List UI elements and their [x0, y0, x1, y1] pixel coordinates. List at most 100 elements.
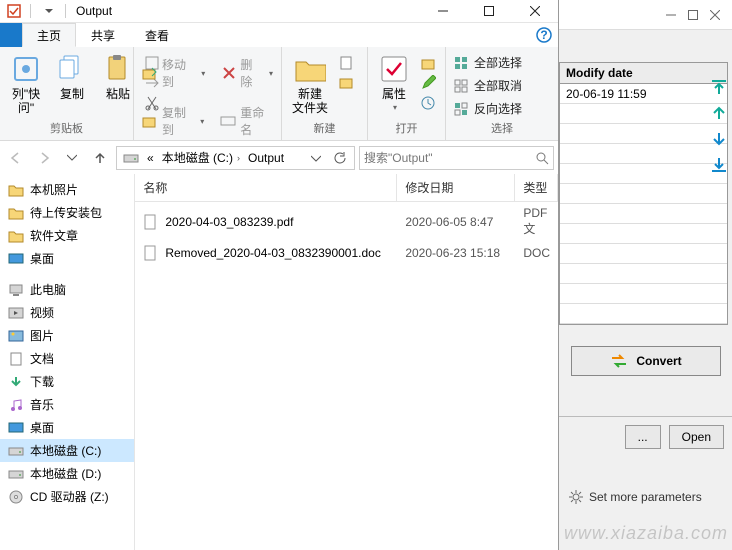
delete-button[interactable]: 删除▾ — [219, 55, 275, 91]
file-list: 名称 修改日期 类型 2020-04-03_083239.pdf2020-06-… — [135, 174, 558, 550]
select-invert-icon — [454, 102, 468, 116]
move-top-icon[interactable] — [710, 78, 728, 96]
select-none-button[interactable]: 全部取消 — [452, 76, 524, 95]
close-button[interactable] — [512, 0, 558, 23]
nav-recent-button[interactable] — [60, 146, 84, 170]
open-button[interactable]: Open — [669, 425, 724, 449]
select-invert-button[interactable]: 反向选择 — [452, 99, 524, 118]
select-none-icon — [454, 79, 468, 93]
select-all-button[interactable]: 全部选择 — [452, 53, 524, 72]
col-modified[interactable]: 修改日期 — [397, 174, 515, 201]
right-minimize-button[interactable] — [666, 10, 676, 20]
desk-icon — [8, 420, 24, 436]
move-up-icon[interactable] — [710, 104, 728, 122]
maximize-button[interactable] — [466, 0, 512, 23]
file-row[interactable]: Removed_2020-04-03_0832390001.doc2020-06… — [135, 241, 558, 265]
table-row[interactable] — [560, 264, 727, 284]
table-row[interactable]: 20-06-19 11:59 — [560, 84, 727, 104]
path-folder[interactable]: Output — [244, 151, 288, 165]
nav-back-button[interactable] — [4, 146, 28, 170]
refresh-button[interactable] — [328, 146, 352, 170]
group-new-label: 新建 — [288, 120, 361, 138]
tree-item[interactable]: 软件文章 — [0, 224, 134, 247]
tree-item[interactable]: 文档 — [0, 347, 134, 370]
copy-to-button[interactable]: 复制到▾ — [140, 103, 206, 139]
help-button[interactable]: ? — [530, 23, 558, 47]
move-to-button[interactable]: 移动到▾ — [140, 55, 207, 91]
path-drive[interactable]: 本地磁盘 (C:)› — [158, 149, 244, 166]
doc-icon — [8, 351, 24, 367]
table-row[interactable] — [560, 304, 727, 324]
delete-icon — [221, 65, 236, 81]
tree-item[interactable]: 待上传安装包 — [0, 201, 134, 224]
new-folder-button[interactable]: 新建文件夹 — [288, 51, 332, 118]
minimize-button[interactable] — [420, 0, 466, 23]
tree-item[interactable]: CD 驱动器 (Z:) — [0, 485, 134, 508]
col-type[interactable]: 类型 — [515, 174, 558, 201]
right-maximize-button[interactable] — [688, 10, 698, 20]
search-input[interactable]: 搜索"Output" — [359, 146, 554, 170]
title-bar: Output — [0, 0, 558, 23]
file-tab[interactable] — [0, 23, 22, 47]
move-down-icon[interactable] — [710, 130, 728, 148]
tree-item[interactable]: 桌面 — [0, 416, 134, 439]
table-row[interactable] — [560, 204, 727, 224]
tree-item[interactable]: 下载 — [0, 370, 134, 393]
new-item-icon[interactable] — [338, 55, 354, 71]
tree-item[interactable]: 本机照片 — [0, 178, 134, 201]
convert-button[interactable]: Convert — [571, 346, 721, 376]
tab-view[interactable]: 查看 — [130, 23, 184, 47]
copyto-icon — [142, 113, 158, 129]
easy-access-icon[interactable] — [338, 75, 354, 91]
copy-button[interactable]: 复制 — [52, 51, 92, 103]
address-bar[interactable]: « 本地磁盘 (C:)› Output — [116, 146, 355, 170]
tree-item[interactable]: 本地磁盘 (C:) — [0, 439, 134, 462]
move-bottom-icon[interactable] — [710, 156, 728, 174]
nav-row: « 本地磁盘 (C:)› Output 搜索"Output" — [0, 141, 558, 174]
video-icon — [8, 305, 24, 321]
table-row[interactable] — [560, 244, 727, 264]
properties-button[interactable]: 属性▾ — [374, 51, 414, 114]
right-panel: Modify date 20-06-19 11:59 Convert ... O… — [558, 0, 732, 550]
paste-button[interactable]: 粘贴 — [98, 51, 138, 103]
nav-up-button[interactable] — [88, 146, 112, 170]
nav-forward-button[interactable] — [32, 146, 56, 170]
right-close-button[interactable] — [710, 10, 720, 20]
table-row[interactable] — [560, 124, 727, 144]
paste-icon — [102, 53, 134, 85]
tree-item[interactable]: 视频 — [0, 301, 134, 324]
moveto-icon — [142, 65, 158, 81]
tree-item[interactable]: 音乐 — [0, 393, 134, 416]
pin-quick-access-button[interactable]: 列"快问" — [6, 51, 46, 118]
tree-item[interactable]: 图片 — [0, 324, 134, 347]
file-list-header[interactable]: 名称 修改日期 类型 — [135, 174, 558, 202]
edit-icon[interactable] — [420, 75, 436, 91]
nav-tree[interactable]: 本机照片待上传安装包软件文章桌面此电脑视频图片文档下载音乐桌面本地磁盘 (C:)… — [0, 174, 135, 550]
rename-button[interactable]: 重命名 — [218, 103, 275, 139]
copy-icon — [56, 53, 88, 85]
tree-item[interactable]: 本地磁盘 (D:) — [0, 462, 134, 485]
col-name[interactable]: 名称 — [135, 174, 397, 201]
browse-button[interactable]: ... — [625, 425, 661, 449]
ribbon: 列"快问" 复制 粘贴 剪贴板 — [0, 47, 558, 141]
tree-item[interactable]: 此电脑 — [0, 278, 134, 301]
table-row[interactable] — [560, 284, 727, 304]
modify-date-header[interactable]: Modify date — [560, 63, 727, 84]
set-more-parameters-link[interactable]: Set more parameters — [569, 490, 702, 504]
file-row[interactable]: 2020-04-03_083239.pdf2020-06-05 8:47PDF … — [135, 202, 558, 241]
address-dropdown-button[interactable] — [304, 146, 328, 170]
tab-share[interactable]: 共享 — [76, 23, 130, 47]
pic-icon — [8, 328, 24, 344]
table-row[interactable] — [560, 184, 727, 204]
folder-icon — [8, 205, 24, 221]
tree-item[interactable]: 桌面 — [0, 247, 134, 270]
pin-icon — [10, 53, 42, 85]
history-icon[interactable] — [420, 95, 436, 111]
open-icon[interactable] — [420, 55, 436, 71]
table-row[interactable] — [560, 144, 727, 164]
table-row[interactable] — [560, 104, 727, 124]
tab-home[interactable]: 主页 — [22, 23, 76, 47]
table-row[interactable] — [560, 164, 727, 184]
down-caret-icon[interactable] — [41, 3, 57, 19]
table-row[interactable] — [560, 224, 727, 244]
